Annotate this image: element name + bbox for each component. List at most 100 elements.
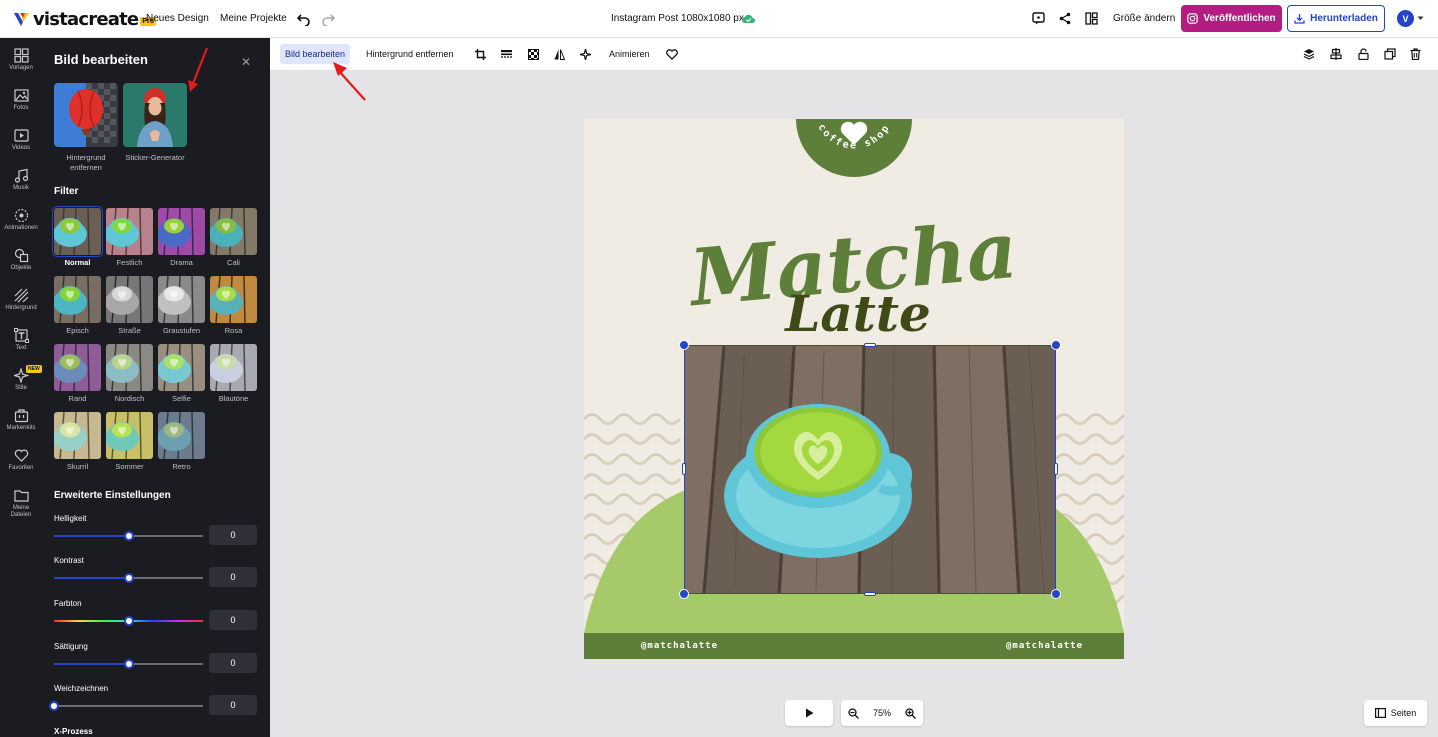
align-icon[interactable] bbox=[1330, 48, 1342, 60]
flip-icon[interactable] bbox=[554, 49, 565, 60]
filter-thumb[interactable] bbox=[52, 206, 103, 257]
filter-thumb[interactable] bbox=[158, 208, 205, 255]
rail-item-myfiles[interactable]: Meine Dateien bbox=[0, 488, 42, 519]
filter-label: Retro bbox=[172, 462, 191, 471]
filter-thumb[interactable] bbox=[54, 344, 101, 391]
design-canvas[interactable]: Matcha Latte coffee shop @matchalatte @m… bbox=[584, 119, 1124, 659]
trash-icon[interactable] bbox=[1410, 48, 1421, 60]
favorite-heart-icon[interactable] bbox=[666, 49, 678, 60]
slider-value-input[interactable]: 0 bbox=[209, 525, 257, 545]
slider-track[interactable] bbox=[54, 659, 203, 669]
share-icon[interactable] bbox=[1059, 12, 1071, 25]
edge-handle[interactable] bbox=[864, 592, 876, 596]
zoom-level[interactable]: 75% bbox=[873, 708, 891, 718]
slider-thumb[interactable] bbox=[49, 701, 59, 711]
matcha-photo[interactable] bbox=[684, 346, 1056, 594]
slider-thumb[interactable] bbox=[124, 659, 134, 669]
resize-handle[interactable] bbox=[1051, 589, 1061, 599]
zoom-in-icon[interactable] bbox=[905, 707, 916, 719]
my-projects-link[interactable]: Meine Projekte bbox=[220, 13, 287, 24]
handle-left-text: @matchalatte bbox=[641, 641, 719, 651]
close-icon[interactable]: ✕ bbox=[241, 55, 251, 69]
background-icon bbox=[14, 288, 28, 303]
remove-background-button[interactable]: Hintergrund entfernen bbox=[361, 44, 459, 64]
rail-item-videos[interactable]: Videos bbox=[0, 128, 42, 152]
layout-icon[interactable] bbox=[1085, 12, 1098, 25]
filter-thumb[interactable] bbox=[210, 276, 257, 323]
filter-label: Graustufen bbox=[162, 326, 201, 335]
rail-label: Vorlagen bbox=[9, 65, 33, 71]
rail-item-objects[interactable]: Objekte bbox=[0, 248, 42, 272]
slider-track[interactable] bbox=[49, 701, 203, 711]
transparency-icon[interactable] bbox=[528, 49, 539, 60]
opacity-icon[interactable] bbox=[501, 49, 512, 60]
rail-item-styles[interactable]: NEW Stile bbox=[0, 365, 42, 392]
slider-track[interactable] bbox=[54, 531, 203, 541]
slider-value-input[interactable]: 0 bbox=[209, 695, 257, 715]
edge-handle[interactable] bbox=[864, 343, 876, 347]
remove-background-tool[interactable] bbox=[54, 83, 118, 147]
new-design-link[interactable]: Neues Design bbox=[146, 13, 209, 24]
undo-icon[interactable] bbox=[297, 12, 311, 26]
filter-thumb[interactable] bbox=[106, 208, 153, 255]
slider-thumb[interactable] bbox=[124, 616, 134, 626]
filter-thumb[interactable] bbox=[54, 412, 101, 459]
pages-button[interactable]: Seiten bbox=[1364, 700, 1427, 726]
resize-handle[interactable] bbox=[679, 340, 689, 350]
rail-label: Text bbox=[15, 345, 27, 351]
slider-track[interactable] bbox=[54, 573, 203, 583]
slider-fill bbox=[54, 535, 129, 537]
filter-thumb[interactable] bbox=[158, 412, 205, 459]
rail-item-background[interactable]: Hintergrund bbox=[0, 288, 42, 312]
rail-item-animations[interactable]: Animationen bbox=[0, 208, 42, 232]
filter-thumb[interactable] bbox=[158, 344, 205, 391]
filter-thumb[interactable] bbox=[106, 276, 153, 323]
slider-fill bbox=[54, 663, 129, 665]
filter-thumb[interactable] bbox=[210, 208, 257, 255]
filter-label: Drama bbox=[170, 258, 193, 267]
sticker-generator-tool[interactable] bbox=[123, 83, 187, 147]
slider-thumb[interactable] bbox=[124, 531, 134, 541]
slider-track[interactable] bbox=[54, 616, 203, 626]
slider-thumb[interactable] bbox=[124, 573, 134, 583]
slider-value-input[interactable]: 0 bbox=[209, 567, 257, 587]
resize-handle[interactable] bbox=[679, 589, 689, 599]
objects-icon bbox=[14, 248, 28, 263]
filter-thumb[interactable] bbox=[210, 344, 257, 391]
filter-thumb[interactable] bbox=[106, 412, 153, 459]
lock-icon[interactable] bbox=[1358, 48, 1369, 60]
rail-item-photos[interactable]: Fotos bbox=[0, 88, 42, 112]
zoom-out-icon[interactable] bbox=[848, 707, 859, 719]
rail-item-music[interactable]: Musik bbox=[0, 168, 42, 192]
crop-icon[interactable] bbox=[475, 49, 486, 60]
rail-label: Fotos bbox=[13, 105, 29, 111]
publish-button[interactable]: Veröffentlichen bbox=[1181, 5, 1282, 32]
effects-icon[interactable] bbox=[580, 49, 591, 60]
filter-thumb[interactable] bbox=[158, 276, 205, 323]
animate-button[interactable]: Animieren bbox=[604, 44, 655, 64]
layers-icon[interactable] bbox=[1303, 48, 1315, 60]
edge-handle[interactable] bbox=[1054, 463, 1058, 475]
redo-icon[interactable] bbox=[321, 12, 335, 26]
slider-label: Weichzeichnen bbox=[54, 684, 109, 693]
rail-item-brandkits[interactable]: Markenkits bbox=[0, 408, 42, 432]
slider-value-input[interactable]: 0 bbox=[209, 610, 257, 630]
document-title[interactable]: Instagram Post 1080x1080 px bbox=[611, 13, 744, 24]
resize-button[interactable]: Größe ändern bbox=[1113, 13, 1175, 24]
filter-thumb[interactable] bbox=[106, 344, 153, 391]
resize-handle[interactable] bbox=[1051, 340, 1061, 350]
download-button[interactable]: Herunterladen bbox=[1287, 5, 1385, 32]
duplicate-icon[interactable] bbox=[1384, 48, 1396, 60]
slider-value-input[interactable]: 0 bbox=[209, 653, 257, 673]
account-chevron-down-icon[interactable] bbox=[1417, 16, 1424, 21]
logo[interactable]: vistacreate Pro bbox=[12, 8, 156, 30]
rail-item-templates[interactable]: Vorlagen bbox=[0, 48, 42, 72]
edge-handle[interactable] bbox=[682, 463, 686, 475]
avatar[interactable]: V bbox=[1397, 10, 1414, 27]
filter-thumb[interactable] bbox=[54, 276, 101, 323]
filter-label: Episch bbox=[66, 326, 89, 335]
rail-item-favorites[interactable]: Favoriten bbox=[0, 448, 42, 472]
comment-icon[interactable] bbox=[1032, 12, 1045, 25]
rail-item-text[interactable]: Text bbox=[0, 328, 42, 352]
play-button[interactable] bbox=[785, 700, 833, 726]
